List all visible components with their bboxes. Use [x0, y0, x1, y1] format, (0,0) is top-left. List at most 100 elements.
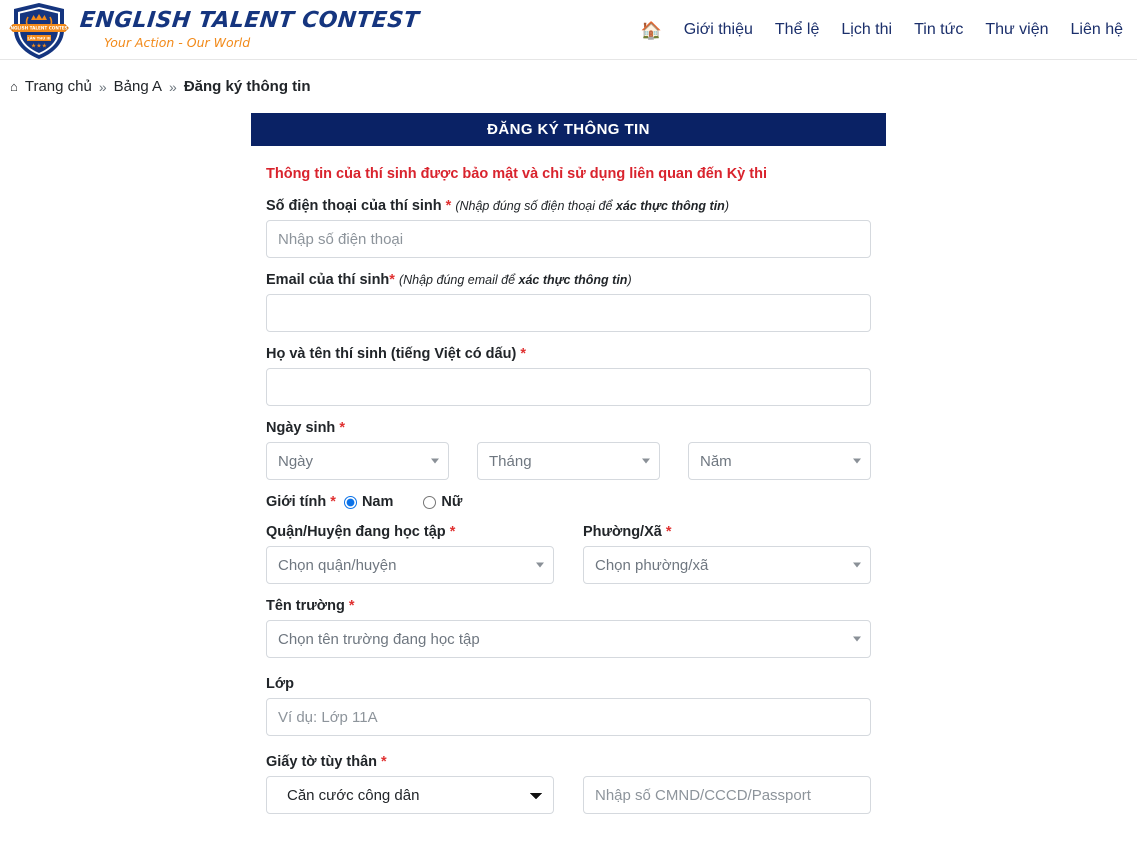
phone-hint-pre: (Nhập đúng số điện thoại để	[455, 199, 616, 213]
required-mark: *	[449, 524, 456, 540]
home-icon[interactable]: 🏠	[641, 22, 662, 39]
ward-select[interactable]: Chọn phường/xã	[583, 546, 871, 584]
fullname-label-text: Họ và tên thí sinh (tiếng Việt có dấu)	[266, 346, 517, 362]
fullname-input[interactable]	[266, 368, 871, 406]
field-district: Quận/Huyện đang học tập * Chọn quận/huyệ…	[266, 524, 554, 584]
identity-label: Giấy tờ tùy thân *	[266, 754, 871, 770]
identity-row: Căn cước công dân	[266, 776, 871, 814]
dob-year-select[interactable]: Năm	[688, 442, 871, 480]
dob-month-select[interactable]: Tháng	[477, 442, 660, 480]
fullname-label: Họ và tên thí sinh (tiếng Việt có dấu) *	[266, 346, 871, 362]
phone-hint-post: )	[724, 199, 729, 213]
gender-label-text: Giới tính	[266, 494, 327, 510]
dob-day-select[interactable]: Ngày	[266, 442, 449, 480]
nav-item-lien-he[interactable]: Liên hệ	[1071, 21, 1124, 39]
field-ward: Phường/Xã * Chọn phường/xã	[583, 524, 871, 584]
breadcrumb-item-trang-chu[interactable]: Trang chủ	[25, 78, 92, 95]
email-label: Email của thí sinh* (Nhập đúng email để …	[266, 272, 871, 288]
brand-tagline: Your Action - Our World	[104, 34, 251, 50]
required-mark: *	[665, 524, 672, 540]
required-mark: *	[330, 494, 336, 510]
identity-number-wrap	[583, 776, 871, 814]
email-label-text: Email của thí sinh	[266, 272, 390, 288]
privacy-notice: Thông tin của thí sinh được bảo mật và c…	[266, 166, 767, 182]
gender-option-male-label: Nam	[361, 494, 394, 510]
gender-option-female[interactable]: Nữ	[423, 494, 462, 510]
classroom-label: Lớp	[266, 676, 871, 692]
phone-hint-bold: xác thực thông tin	[615, 199, 725, 213]
brand-title: ENGLISH TALENT CONTEST	[78, 7, 421, 33]
ward-label: Phường/Xã *	[583, 524, 871, 540]
identity-type-select[interactable]: Căn cước công dân	[266, 776, 554, 814]
required-mark: *	[339, 420, 345, 436]
required-mark: *	[348, 598, 355, 614]
dob-label-text: Ngày sinh	[266, 420, 336, 436]
identity-label-text: Giấy tờ tùy thân	[266, 754, 378, 770]
field-date-of-birth: Ngày sinh * Ngày Tháng Năm	[266, 420, 871, 480]
breadcrumb-separator: »	[169, 78, 177, 95]
email-hint-post: )	[627, 273, 632, 287]
gender-label: Giới tính *	[266, 494, 336, 510]
required-mark: *	[381, 754, 387, 770]
field-phone: Số điện thoại của thí sinh * (Nhập đúng …	[266, 198, 871, 258]
shield-badge-logo: ENGLISH TALENT CONTEST LẦN THỨ III ★★★	[8, 0, 70, 62]
brand-text: ENGLISH TALENT CONTEST Your Action - Our…	[78, 7, 421, 50]
school-label: Tên trường *	[266, 598, 871, 614]
dob-month-value: Tháng	[489, 452, 532, 470]
chevron-down-icon	[536, 562, 544, 568]
registration-form-card: ĐĂNG KÝ THÔNG TIN Thông tin của thí sinh…	[251, 113, 886, 814]
gender-option-male[interactable]: Nam	[343, 494, 394, 510]
chevron-down-icon	[853, 636, 861, 642]
phone-label-text: Số điện thoại của thí sinh	[266, 198, 442, 214]
nav-item-thu-vien[interactable]: Thư viện	[985, 21, 1048, 39]
chevron-down-icon	[431, 458, 439, 464]
phone-input[interactable]	[266, 220, 871, 258]
nav-item-tin-tuc[interactable]: Tin tức	[914, 21, 963, 39]
dob-year-value: Năm	[700, 452, 732, 470]
classroom-input[interactable]	[266, 698, 871, 736]
nav-item-gioi-thieu[interactable]: Giới thiệu	[684, 21, 753, 39]
identity-type-wrap: Căn cước công dân	[266, 776, 554, 814]
dob-selects-row: Ngày Tháng Năm	[266, 442, 871, 480]
email-hint-bold: xác thực thông tin	[518, 273, 628, 287]
brand-logo-block[interactable]: ENGLISH TALENT CONTEST LẦN THỨ III ★★★ E…	[0, 0, 421, 62]
chevron-down-icon	[642, 458, 650, 464]
required-mark: *	[445, 198, 452, 214]
required-mark: *	[520, 346, 526, 362]
svg-text:★★★: ★★★	[31, 42, 47, 49]
chevron-down-icon	[853, 458, 861, 464]
nav-item-lich-thi[interactable]: Lịch thi	[841, 21, 892, 39]
identity-number-input[interactable]	[583, 776, 871, 814]
nav-item-the-le[interactable]: Thể lệ	[775, 21, 819, 39]
email-hint-pre: (Nhập đúng email để	[398, 273, 519, 287]
district-select[interactable]: Chọn quận/huyện	[266, 546, 554, 584]
email-input[interactable]	[266, 294, 871, 332]
site-header: ENGLISH TALENT CONTEST LẦN THỨ III ★★★ E…	[0, 0, 1137, 60]
field-fullname: Họ và tên thí sinh (tiếng Việt có dấu) *	[266, 346, 871, 406]
school-select[interactable]: Chọn tên trường đang học tập	[266, 620, 871, 658]
email-hint: (Nhập đúng email để xác thực thông tin)	[399, 273, 632, 287]
field-school: Tên trường * Chọn tên trường đang học tậ…	[266, 598, 871, 658]
district-label: Quận/Huyện đang học tập *	[266, 524, 554, 540]
gender-option-female-label: Nữ	[441, 494, 463, 510]
svg-text:ENGLISH TALENT CONTEST: ENGLISH TALENT CONTEST	[8, 25, 70, 30]
required-mark: *	[389, 272, 395, 288]
district-ward-row: Quận/Huyện đang học tập * Chọn quận/huyệ…	[266, 524, 871, 584]
phone-label: Số điện thoại của thí sinh * (Nhập đúng …	[266, 198, 871, 214]
school-select-value: Chọn tên trường đang học tập	[278, 630, 480, 648]
field-identity: Giấy tờ tùy thân * Căn cước công dân	[266, 754, 871, 814]
ward-select-value: Chọn phường/xã	[595, 556, 709, 574]
svg-text:LẦN THỨ III: LẦN THỨ III	[27, 35, 50, 40]
form-body: Thông tin của thí sinh được bảo mật và c…	[251, 146, 886, 814]
chevron-down-icon	[853, 562, 861, 568]
gender-radio-female[interactable]	[423, 495, 437, 509]
breadcrumb-item-bang-a[interactable]: Bảng A	[114, 78, 162, 95]
breadcrumb-item-current: Đăng ký thông tin	[183, 78, 311, 95]
dob-label: Ngày sinh *	[266, 420, 871, 436]
gender-radio-male[interactable]	[343, 495, 357, 509]
dob-day-value: Ngày	[278, 452, 314, 470]
breadcrumb-separator: »	[98, 78, 107, 95]
home-icon[interactable]: ⌂	[10, 79, 18, 94]
ward-label-text: Phường/Xã	[583, 524, 662, 540]
classroom-label-text: Lớp	[266, 676, 295, 692]
